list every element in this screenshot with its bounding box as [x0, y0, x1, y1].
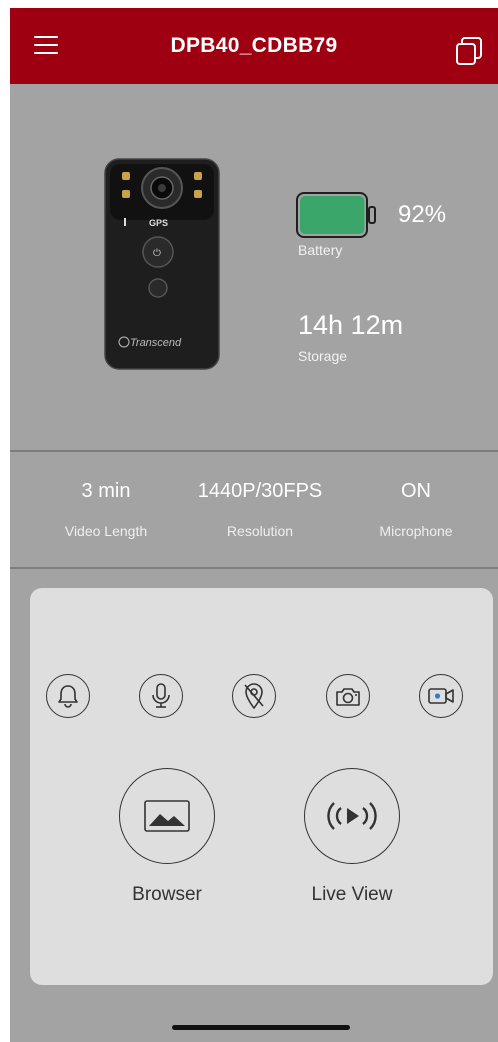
device-overview: GPS ⏻ Transcend 92% Battery 14h 12m Stor… — [10, 84, 498, 450]
battery-icon — [296, 192, 376, 238]
microphone-setting[interactable]: ON Microphone — [336, 480, 496, 539]
copy-window-icon[interactable] — [454, 36, 484, 66]
browser-label: Browser — [132, 884, 202, 905]
recording-settings: 3 min Video Length 1440P/30FPS Resolutio… — [10, 452, 498, 568]
video-record-icon[interactable] — [419, 674, 463, 718]
location-off-icon[interactable] — [232, 674, 276, 718]
video-length-label: Video Length — [64, 523, 148, 539]
bell-icon[interactable] — [46, 674, 90, 718]
live-view-button[interactable] — [304, 768, 400, 864]
storage-value: 14h 12m — [298, 310, 404, 340]
page-title: DPB40_CDBB79 — [170, 34, 338, 57]
microphone-value: ON — [401, 480, 431, 502]
divider — [10, 567, 498, 569]
home-indicator[interactable] — [172, 1025, 350, 1030]
svg-text:GPS: GPS — [149, 218, 168, 228]
video-length-value: 3 min — [81, 480, 131, 502]
top-bar: DPB40_CDBB79 — [10, 8, 498, 84]
video-length-setting[interactable]: 3 min Video Length — [26, 480, 186, 539]
control-panel: Browser Live View — [30, 588, 493, 985]
resolution-value: 1440P/30FPS — [197, 480, 323, 502]
hamburger-menu-icon[interactable] — [32, 32, 62, 58]
battery-percentage: 92% — [398, 201, 447, 228]
resolution-setting[interactable]: 1440P/30FPS Resolution — [180, 480, 340, 539]
battery-label: Battery — [298, 242, 343, 258]
live-view-label: Live View — [311, 884, 393, 905]
app-screen: DPB40_CDBB79 GPS ⏻ Transcend 92% Battery… — [10, 8, 498, 1042]
svg-text:⏻: ⏻ — [153, 248, 161, 259]
svg-text:Transcend: Transcend — [130, 337, 182, 349]
bottom-bar — [10, 1002, 498, 1042]
body-camera-image: GPS ⏻ Transcend — [104, 158, 220, 370]
microphone-label: Microphone — [379, 523, 453, 539]
microphone-icon[interactable] — [139, 674, 183, 718]
browser-button[interactable] — [119, 768, 215, 864]
battery-indicator: 92% — [296, 192, 446, 238]
storage-label: Storage — [298, 348, 348, 364]
resolution-label: Resolution — [226, 523, 294, 539]
camera-icon[interactable] — [326, 674, 370, 718]
image-gallery-icon — [144, 800, 190, 832]
live-stream-icon — [327, 802, 377, 830]
